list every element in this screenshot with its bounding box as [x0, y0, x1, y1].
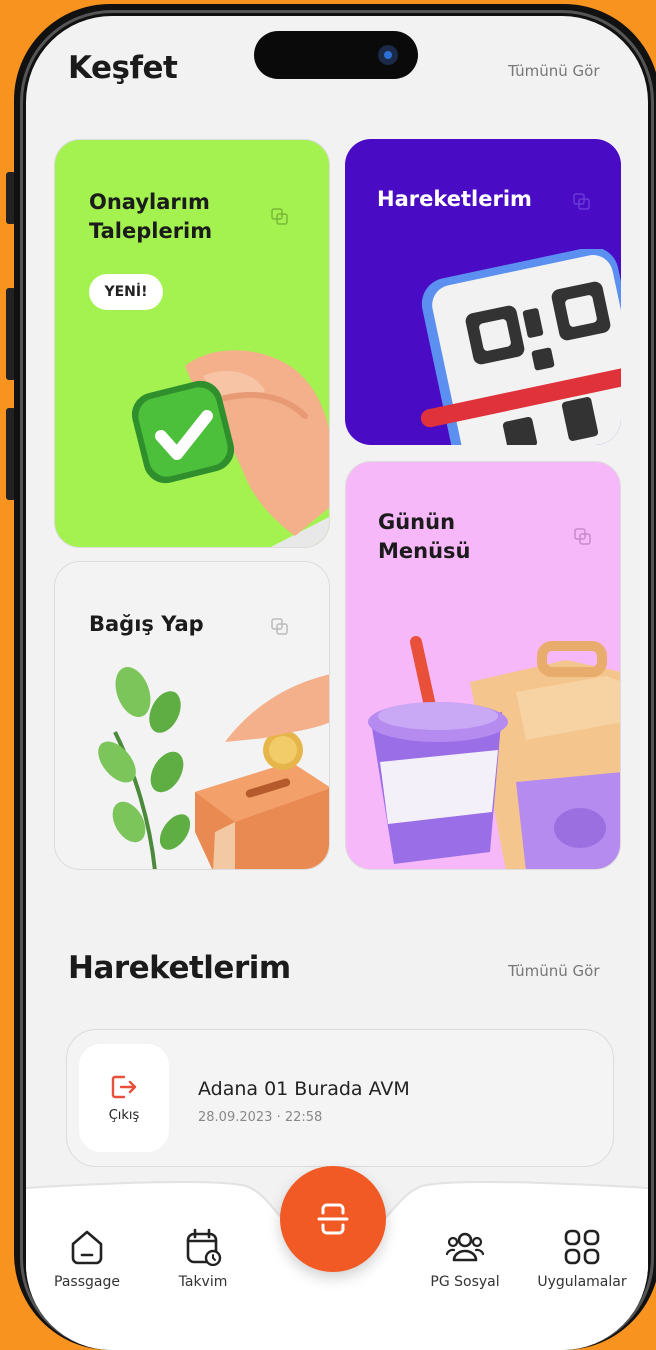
- home-icon: [71, 1230, 103, 1265]
- tab-passgage[interactable]: Passgage: [32, 1228, 142, 1290]
- card-movements[interactable]: Hareketlerim: [345, 139, 621, 445]
- card-donate-title: Bağış Yap: [89, 612, 204, 636]
- tab-passgage-label: Passgage: [54, 1274, 120, 1290]
- card-approvals-title: Onaylarım Taleplerim: [89, 190, 213, 243]
- food-takeaway-illustration: [368, 636, 620, 869]
- tab-apps-label: Uygulamalar: [537, 1274, 627, 1290]
- tab-pg-social[interactable]: PG Sosyal: [410, 1228, 520, 1290]
- movements-section-title: Hareketlerim: [68, 950, 291, 986]
- qr-code-illustration: [420, 249, 621, 445]
- apps-grid-icon: [564, 1229, 600, 1265]
- list-item[interactable]: Çıkış Adana 01 Burada AVM 28.09.2023 · 2…: [66, 1029, 614, 1167]
- dynamic-island: [254, 31, 418, 79]
- copy-icon: [574, 528, 591, 545]
- discover-title: Keşfet: [68, 50, 178, 86]
- movement-type-badge: Çıkış: [79, 1044, 169, 1152]
- card-daily-menu[interactable]: Günün Menüsü: [345, 461, 621, 870]
- people-icon: [445, 1232, 485, 1262]
- new-badge: YENİ!: [89, 274, 163, 310]
- tab-pg-social-label: PG Sosyal: [430, 1274, 500, 1290]
- hand-checkbox-illustration: [131, 350, 329, 547]
- discover-see-all-link[interactable]: Tümünü Gör: [508, 62, 599, 80]
- app-screen: Keşfet Tümünü Gör Onaylarım Taleplerim Y…: [26, 16, 648, 1350]
- movement-type-label: Çıkış: [108, 1107, 140, 1123]
- donation-box-illustration: [98, 666, 329, 869]
- tab-apps[interactable]: Uygulamalar: [527, 1228, 637, 1290]
- camera-icon: [378, 45, 398, 65]
- movement-time: 28.09.2023 · 22:58: [198, 1110, 323, 1125]
- tab-calendar-label: Takvim: [178, 1274, 228, 1290]
- card-daily-menu-title: Günün Menüsü: [378, 510, 471, 563]
- movement-place: Adana 01 Burada AVM: [198, 1078, 410, 1100]
- card-donate[interactable]: Bağış Yap: [54, 561, 330, 870]
- calendar-icon: [186, 1228, 222, 1266]
- movements-see-all-link[interactable]: Tümünü Gör: [508, 962, 599, 980]
- copy-icon: [271, 208, 288, 225]
- scan-button[interactable]: [280, 1166, 386, 1272]
- card-movements-title: Hareketlerim: [377, 187, 532, 211]
- scan-icon: [317, 1203, 349, 1235]
- copy-icon: [271, 618, 288, 635]
- copy-icon: [573, 193, 590, 210]
- card-approvals[interactable]: Onaylarım Taleplerim YENİ!: [54, 139, 330, 548]
- tab-calendar[interactable]: Takvim: [148, 1228, 258, 1290]
- exit-door-icon: [111, 1075, 137, 1098]
